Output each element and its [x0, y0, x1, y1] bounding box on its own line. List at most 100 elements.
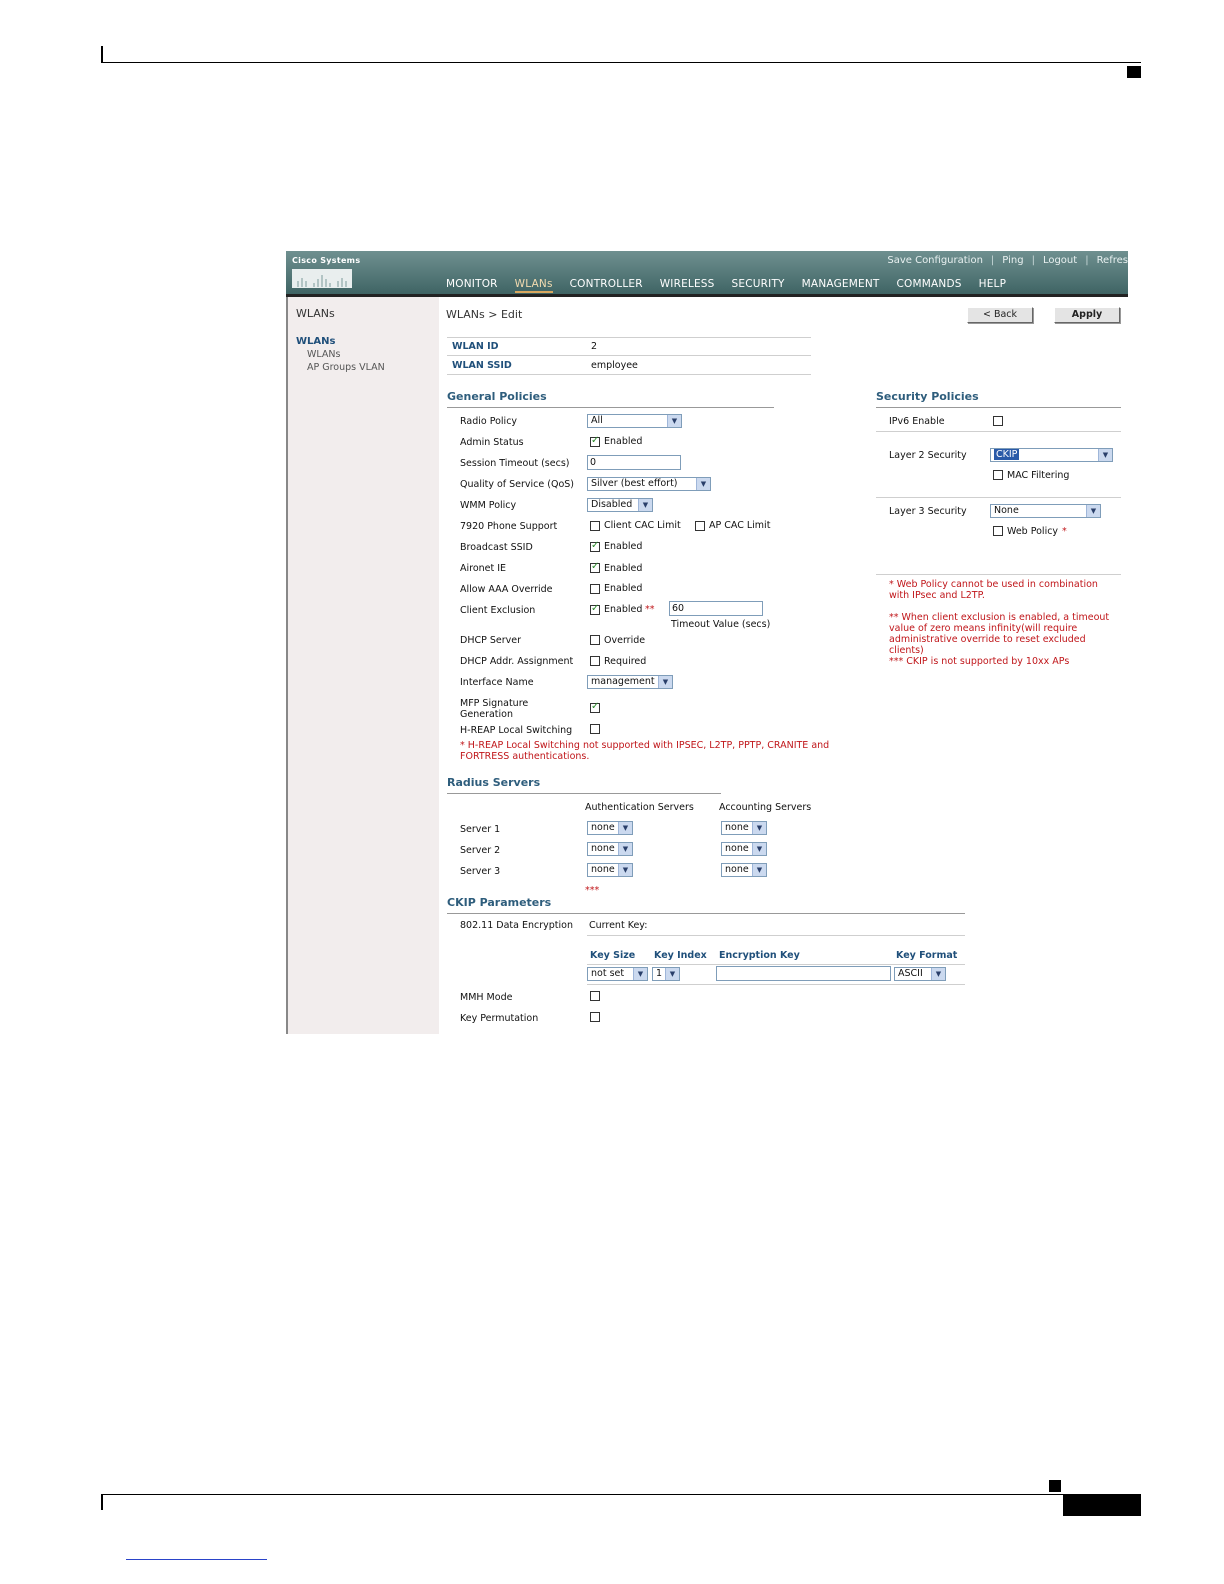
ipv6-enable-label: IPv6 Enable	[889, 416, 945, 427]
key-format-select[interactable]: ASCII ▼	[894, 967, 946, 981]
back-button[interactable]: < Back	[967, 307, 1033, 323]
auth-servers-header: Authentication Servers	[585, 802, 694, 813]
server-1-label: Server 1	[460, 824, 501, 835]
web-policy-label: Web Policy	[1007, 526, 1059, 537]
divider	[447, 407, 774, 408]
cisco-logo: Cisco Systems	[292, 256, 360, 288]
mfp-signature-checkbox[interactable]	[590, 701, 600, 713]
main-content: WLANs > Edit < Back Apply WLAN ID 2 WLAN…	[437, 297, 1128, 1034]
page-bottom-marker	[1049, 1480, 1061, 1492]
encryption-key-input[interactable]	[716, 966, 891, 981]
client-cac-limit-checkbox[interactable]	[590, 521, 600, 531]
qos-select[interactable]: Silver (best effort) ▼	[587, 477, 711, 491]
mfp-label-line2: Generation	[460, 709, 513, 720]
nav-controller[interactable]: CONTROLLER	[570, 278, 643, 293]
dhcp-server-option: Override	[604, 635, 646, 646]
server-3-acct-select[interactable]: none ▼	[721, 863, 767, 877]
layer2-security-label: Layer 2 Security	[889, 450, 967, 461]
admin-status-checkbox[interactable]	[590, 435, 600, 447]
dhcp-addr-checkbox[interactable]	[590, 656, 600, 666]
layer2-security-select[interactable]: CKIP ▼	[990, 448, 1113, 462]
sidebar-section-wlans[interactable]: WLANs	[296, 336, 335, 347]
mmh-mode-checkbox[interactable]	[590, 991, 600, 1001]
divider	[876, 431, 1121, 432]
security-note-3: ** When client exclusion is enabled, a t…	[889, 612, 1110, 623]
nav-management[interactable]: MANAGEMENT	[802, 278, 880, 293]
hreap-checkbox[interactable]	[590, 724, 600, 734]
aironet-ie-checkbox[interactable]	[590, 561, 600, 573]
radius-servers-title: Radius Servers	[447, 776, 541, 789]
layer3-security-label: Layer 3 Security	[889, 506, 967, 517]
wmm-policy-select[interactable]: Disabled ▼	[587, 498, 653, 512]
nav-security[interactable]: SECURITY	[732, 278, 785, 293]
server-3-acct-value: none	[725, 864, 749, 875]
web-policy-checkbox[interactable]	[993, 526, 1003, 536]
chevron-down-icon: ▼	[696, 478, 710, 490]
session-timeout-input[interactable]: 0	[587, 455, 681, 470]
chevron-down-icon: ▼	[618, 822, 632, 834]
layer3-security-select[interactable]: None ▼	[990, 504, 1101, 518]
broadcast-ssid-checkbox[interactable]	[590, 540, 600, 552]
broadcast-ssid-label: Broadcast SSID	[460, 542, 533, 553]
chevron-down-icon: ▼	[752, 864, 766, 876]
sidebar-item-ap-groups-vlan[interactable]: AP Groups VLAN	[307, 362, 385, 373]
divider	[587, 964, 965, 965]
save-configuration-link[interactable]: Save Configuration	[879, 255, 991, 266]
interface-name-value: management	[591, 676, 655, 687]
current-key-label: Current Key:	[589, 920, 648, 931]
sidebar-item-wlans[interactable]: WLANs	[307, 349, 340, 360]
ap-cac-limit-checkbox[interactable]	[695, 521, 705, 531]
refresh-link[interactable]: Refres	[1089, 255, 1128, 266]
encryption-key-header: Encryption Key	[719, 950, 800, 961]
logout-link[interactable]: Logout	[1035, 255, 1085, 266]
key-index-value: 1	[656, 968, 663, 979]
dhcp-server-checkbox[interactable]	[590, 635, 600, 645]
ping-link[interactable]: Ping	[994, 255, 1031, 266]
layer2-security-value: CKIP	[994, 449, 1020, 460]
server-2-auth-value: none	[591, 843, 615, 854]
footer-link-underline[interactable]	[126, 1559, 267, 1560]
dhcp-addr-option: Required	[604, 656, 647, 667]
client-exclusion-checkbox[interactable]	[590, 603, 600, 615]
server-1-auth-select[interactable]: none ▼	[587, 821, 633, 835]
chevron-down-icon: ▼	[1098, 449, 1112, 461]
ipv6-enable-checkbox[interactable]	[993, 416, 1003, 426]
dhcp-addr-label: DHCP Addr. Assignment	[460, 656, 574, 667]
key-format-header: Key Format	[896, 950, 958, 961]
layer3-security-value: None	[994, 505, 1019, 516]
server-2-auth-select[interactable]: none ▼	[587, 842, 633, 856]
server-1-acct-value: none	[725, 822, 749, 833]
chevron-down-icon: ▼	[638, 499, 652, 511]
nav-wlans[interactable]: WLANs	[514, 278, 553, 293]
nav-wireless[interactable]: WIRELESS	[660, 278, 715, 293]
interface-name-select[interactable]: management ▼	[587, 675, 673, 689]
apply-button[interactable]: Apply	[1054, 307, 1120, 323]
divider	[876, 574, 1121, 575]
wlan-ssid-value: employee	[591, 360, 638, 371]
key-size-select[interactable]: not set ▼	[587, 967, 648, 981]
hreap-label: H-REAP Local Switching	[460, 725, 573, 736]
key-permutation-label: Key Permutation	[460, 1013, 539, 1024]
client-exclusion-label: Client Exclusion	[460, 605, 536, 616]
server-1-acct-select[interactable]: none ▼	[721, 821, 767, 835]
page-bottom-tick	[101, 1494, 103, 1510]
divider	[447, 355, 811, 356]
security-note-1: * Web Policy cannot be used in combinati…	[889, 579, 1098, 590]
server-3-auth-select[interactable]: none ▼	[587, 863, 633, 877]
nav-monitor[interactable]: MONITOR	[446, 278, 498, 293]
mmh-mode-label: MMH Mode	[460, 992, 513, 1003]
nav-commands[interactable]: COMMANDS	[897, 278, 962, 293]
key-index-select[interactable]: 1 ▼	[652, 967, 680, 981]
main-nav: MONITOR WLANs CONTROLLER WIRELESS SECURI…	[446, 278, 1023, 293]
wmm-policy-value: Disabled	[591, 499, 633, 510]
admin-status-label: Admin Status	[460, 437, 524, 448]
aironet-ie-option: Enabled	[604, 563, 643, 574]
client-exclusion-timeout-input[interactable]: 60	[669, 601, 763, 616]
radio-policy-value: All	[591, 415, 603, 426]
allow-aaa-checkbox[interactable]	[590, 584, 600, 594]
radio-policy-select[interactable]: All ▼	[587, 414, 682, 428]
nav-help[interactable]: HELP	[979, 278, 1007, 293]
mac-filtering-checkbox[interactable]	[993, 470, 1003, 480]
key-permutation-checkbox[interactable]	[590, 1012, 600, 1022]
server-2-acct-select[interactable]: none ▼	[721, 842, 767, 856]
